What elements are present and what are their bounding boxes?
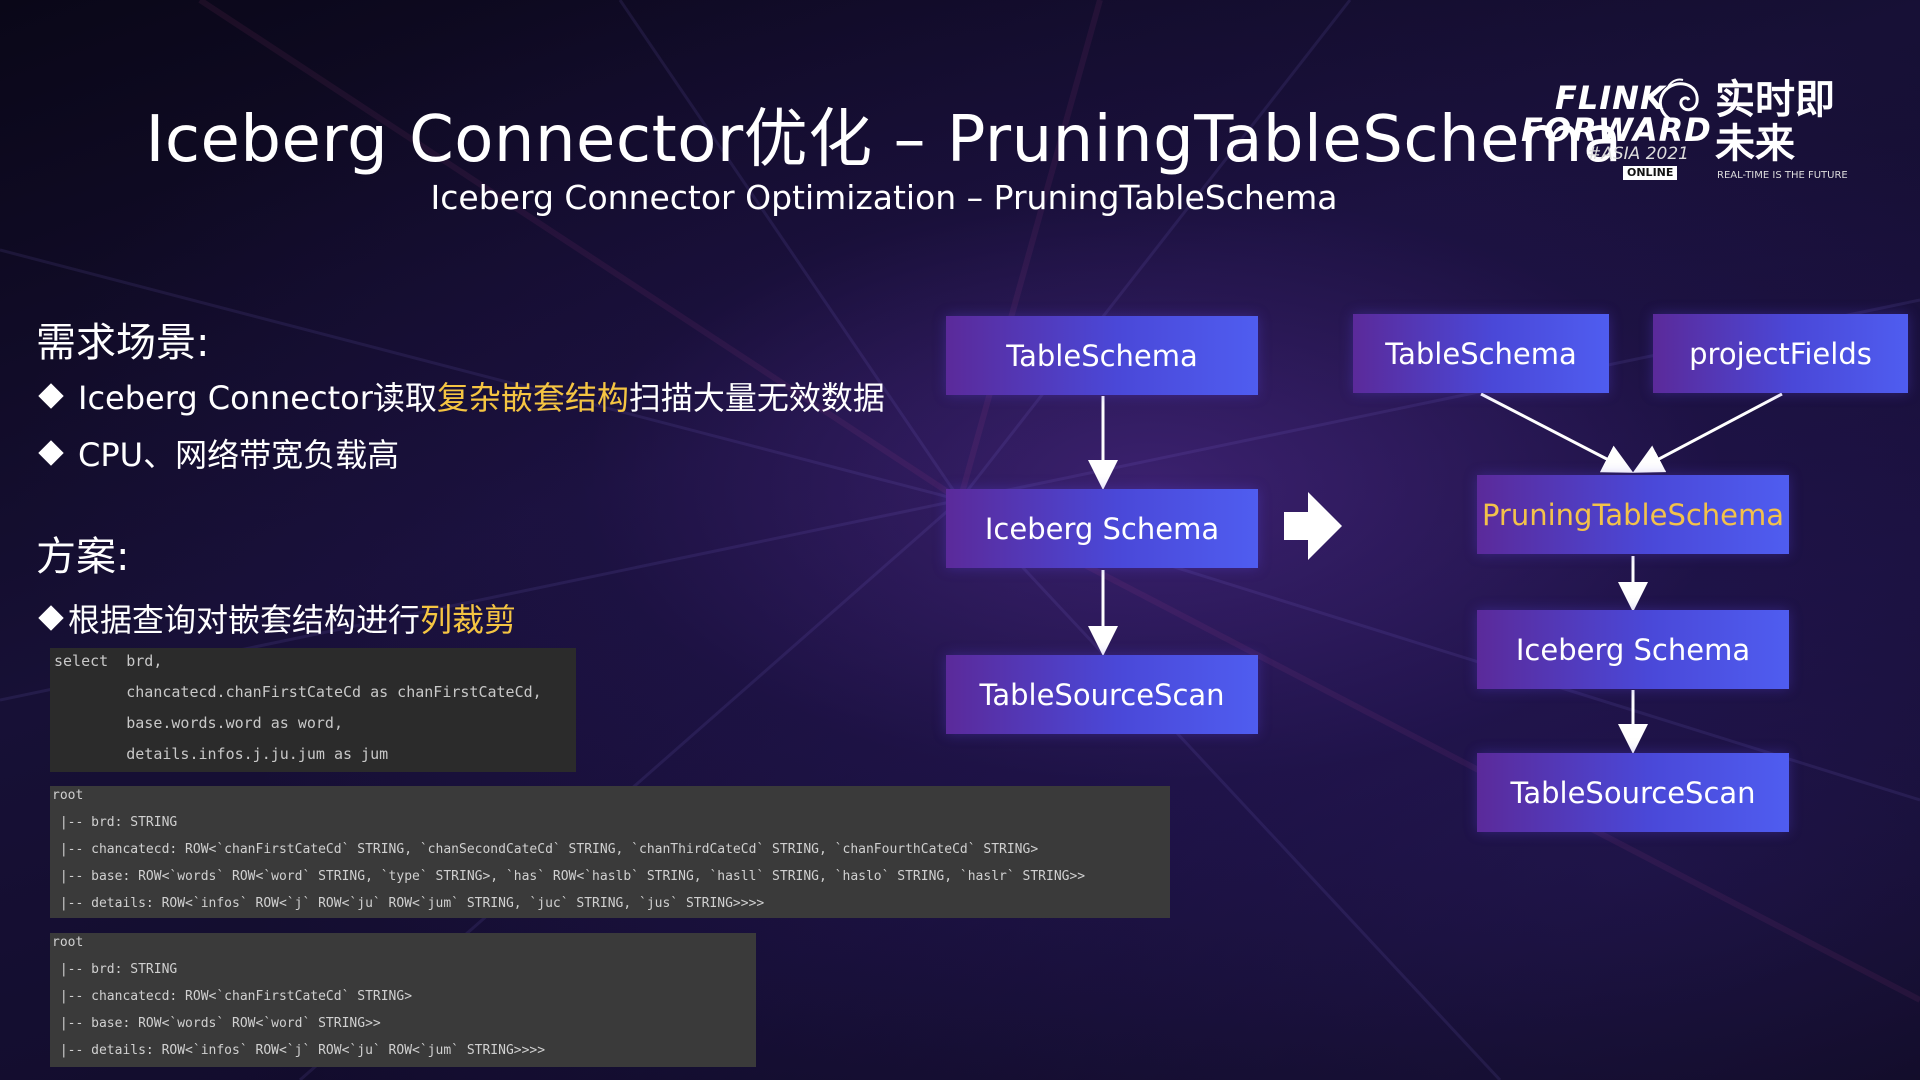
slide-subtitle: Iceberg Connector Optimization – Pruning… [430, 178, 1338, 217]
logo-tagline: REAL-TIME IS THE FUTURE [1717, 170, 1848, 181]
sql-code-block: select brd, chancatecd.chanFirstCateCd a… [50, 648, 576, 772]
code-line: |-- brd: STRING [52, 962, 178, 977]
solution-bullet: 根据查询对嵌套结构进行列裁剪 [38, 595, 517, 641]
code-line: details.infos.j.ju.jum as jum [54, 745, 389, 763]
arrow-after-1 [1480, 392, 1634, 473]
right-arrow-icon [1284, 492, 1342, 560]
bullet-text: CPU、网络带宽负载高 [78, 436, 400, 474]
diamond-bullet-icon [38, 383, 64, 409]
node-pruningtableschema: PruningTableSchema [1477, 475, 1789, 554]
logo-forward-text: FORWARD [1521, 111, 1712, 149]
code-line: |-- details: ROW<`infos` ROW<`j` ROW<`ju… [52, 1043, 546, 1058]
node-iceberg-schema-before: Iceberg Schema [946, 489, 1258, 568]
code-line: |-- base: ROW<`words` ROW<`word` STRING,… [52, 869, 1086, 884]
bullet-highlight: 复杂嵌套结构 [436, 379, 629, 417]
bullet-text: 扫描大量无效数据 [628, 379, 885, 417]
full-schema-block: root |-- brd: STRING |-- chancatecd: ROW… [50, 786, 1170, 918]
node-tablesourcescan-before: TableSourceScan [946, 655, 1258, 734]
code-line: |-- details: ROW<`infos` ROW<`j` ROW<`ju… [52, 896, 765, 911]
node-tableschema-after: TableSchema [1353, 314, 1609, 393]
code-line: |-- base: ROW<`words` ROW<`word` STRING>… [52, 1016, 381, 1031]
code-line: |-- chancatecd: ROW<`chanFirstCateCd` ST… [52, 989, 413, 1004]
code-line: |-- brd: STRING [52, 815, 178, 830]
requirements-heading: 需求场景: [36, 320, 210, 366]
solution-heading: 方案: [36, 534, 130, 580]
code-line: select brd, [54, 652, 163, 670]
node-iceberg-schema-after: Iceberg Schema [1477, 610, 1789, 689]
node-tableschema-before: TableSchema [946, 316, 1258, 395]
code-line: base.words.word as word, [54, 714, 343, 732]
requirement-bullet-2: CPU、网络带宽负载高 [38, 430, 400, 476]
code-line: chancatecd.chanFirstCateCd as chanFirstC… [54, 683, 542, 701]
logo-online-badge: ONLINE [1623, 166, 1678, 180]
logo-chinese-text: 实时即未来 [1715, 77, 1835, 167]
code-line: root [52, 788, 84, 803]
code-line: |-- chancatecd: ROW<`chanFirstCateCd` ST… [52, 842, 1039, 857]
node-tablesourcescan-after: TableSourceScan [1477, 753, 1789, 832]
arrow-after-2 [1632, 392, 1783, 473]
bullet-text: 根据查询对嵌套结构进行 [68, 601, 421, 639]
logo-flink-text: FLINK [1555, 79, 1666, 117]
bullet-text: Iceberg Connector读取 [78, 379, 437, 417]
pruned-schema-block: root |-- brd: STRING |-- chancatecd: ROW… [50, 933, 756, 1067]
logo-asia-text: #ASIA 2021 [1587, 144, 1689, 164]
slide-title: Iceberg Connector优化 – PruningTableSchema [145, 103, 1623, 177]
diamond-bullet-icon [38, 440, 64, 466]
node-projectfields: projectFields [1653, 314, 1908, 393]
diamond-bullet-icon [38, 605, 64, 631]
flink-forward-logo: FLINK FORWARD #ASIA 2021 ONLINE 实时即未来 RE… [1515, 77, 1848, 188]
code-line: root [52, 935, 84, 950]
bullet-highlight: 列裁剪 [420, 601, 517, 639]
requirement-bullet-1: Iceberg Connector读取复杂嵌套结构扫描大量无效数据 [38, 373, 885, 419]
